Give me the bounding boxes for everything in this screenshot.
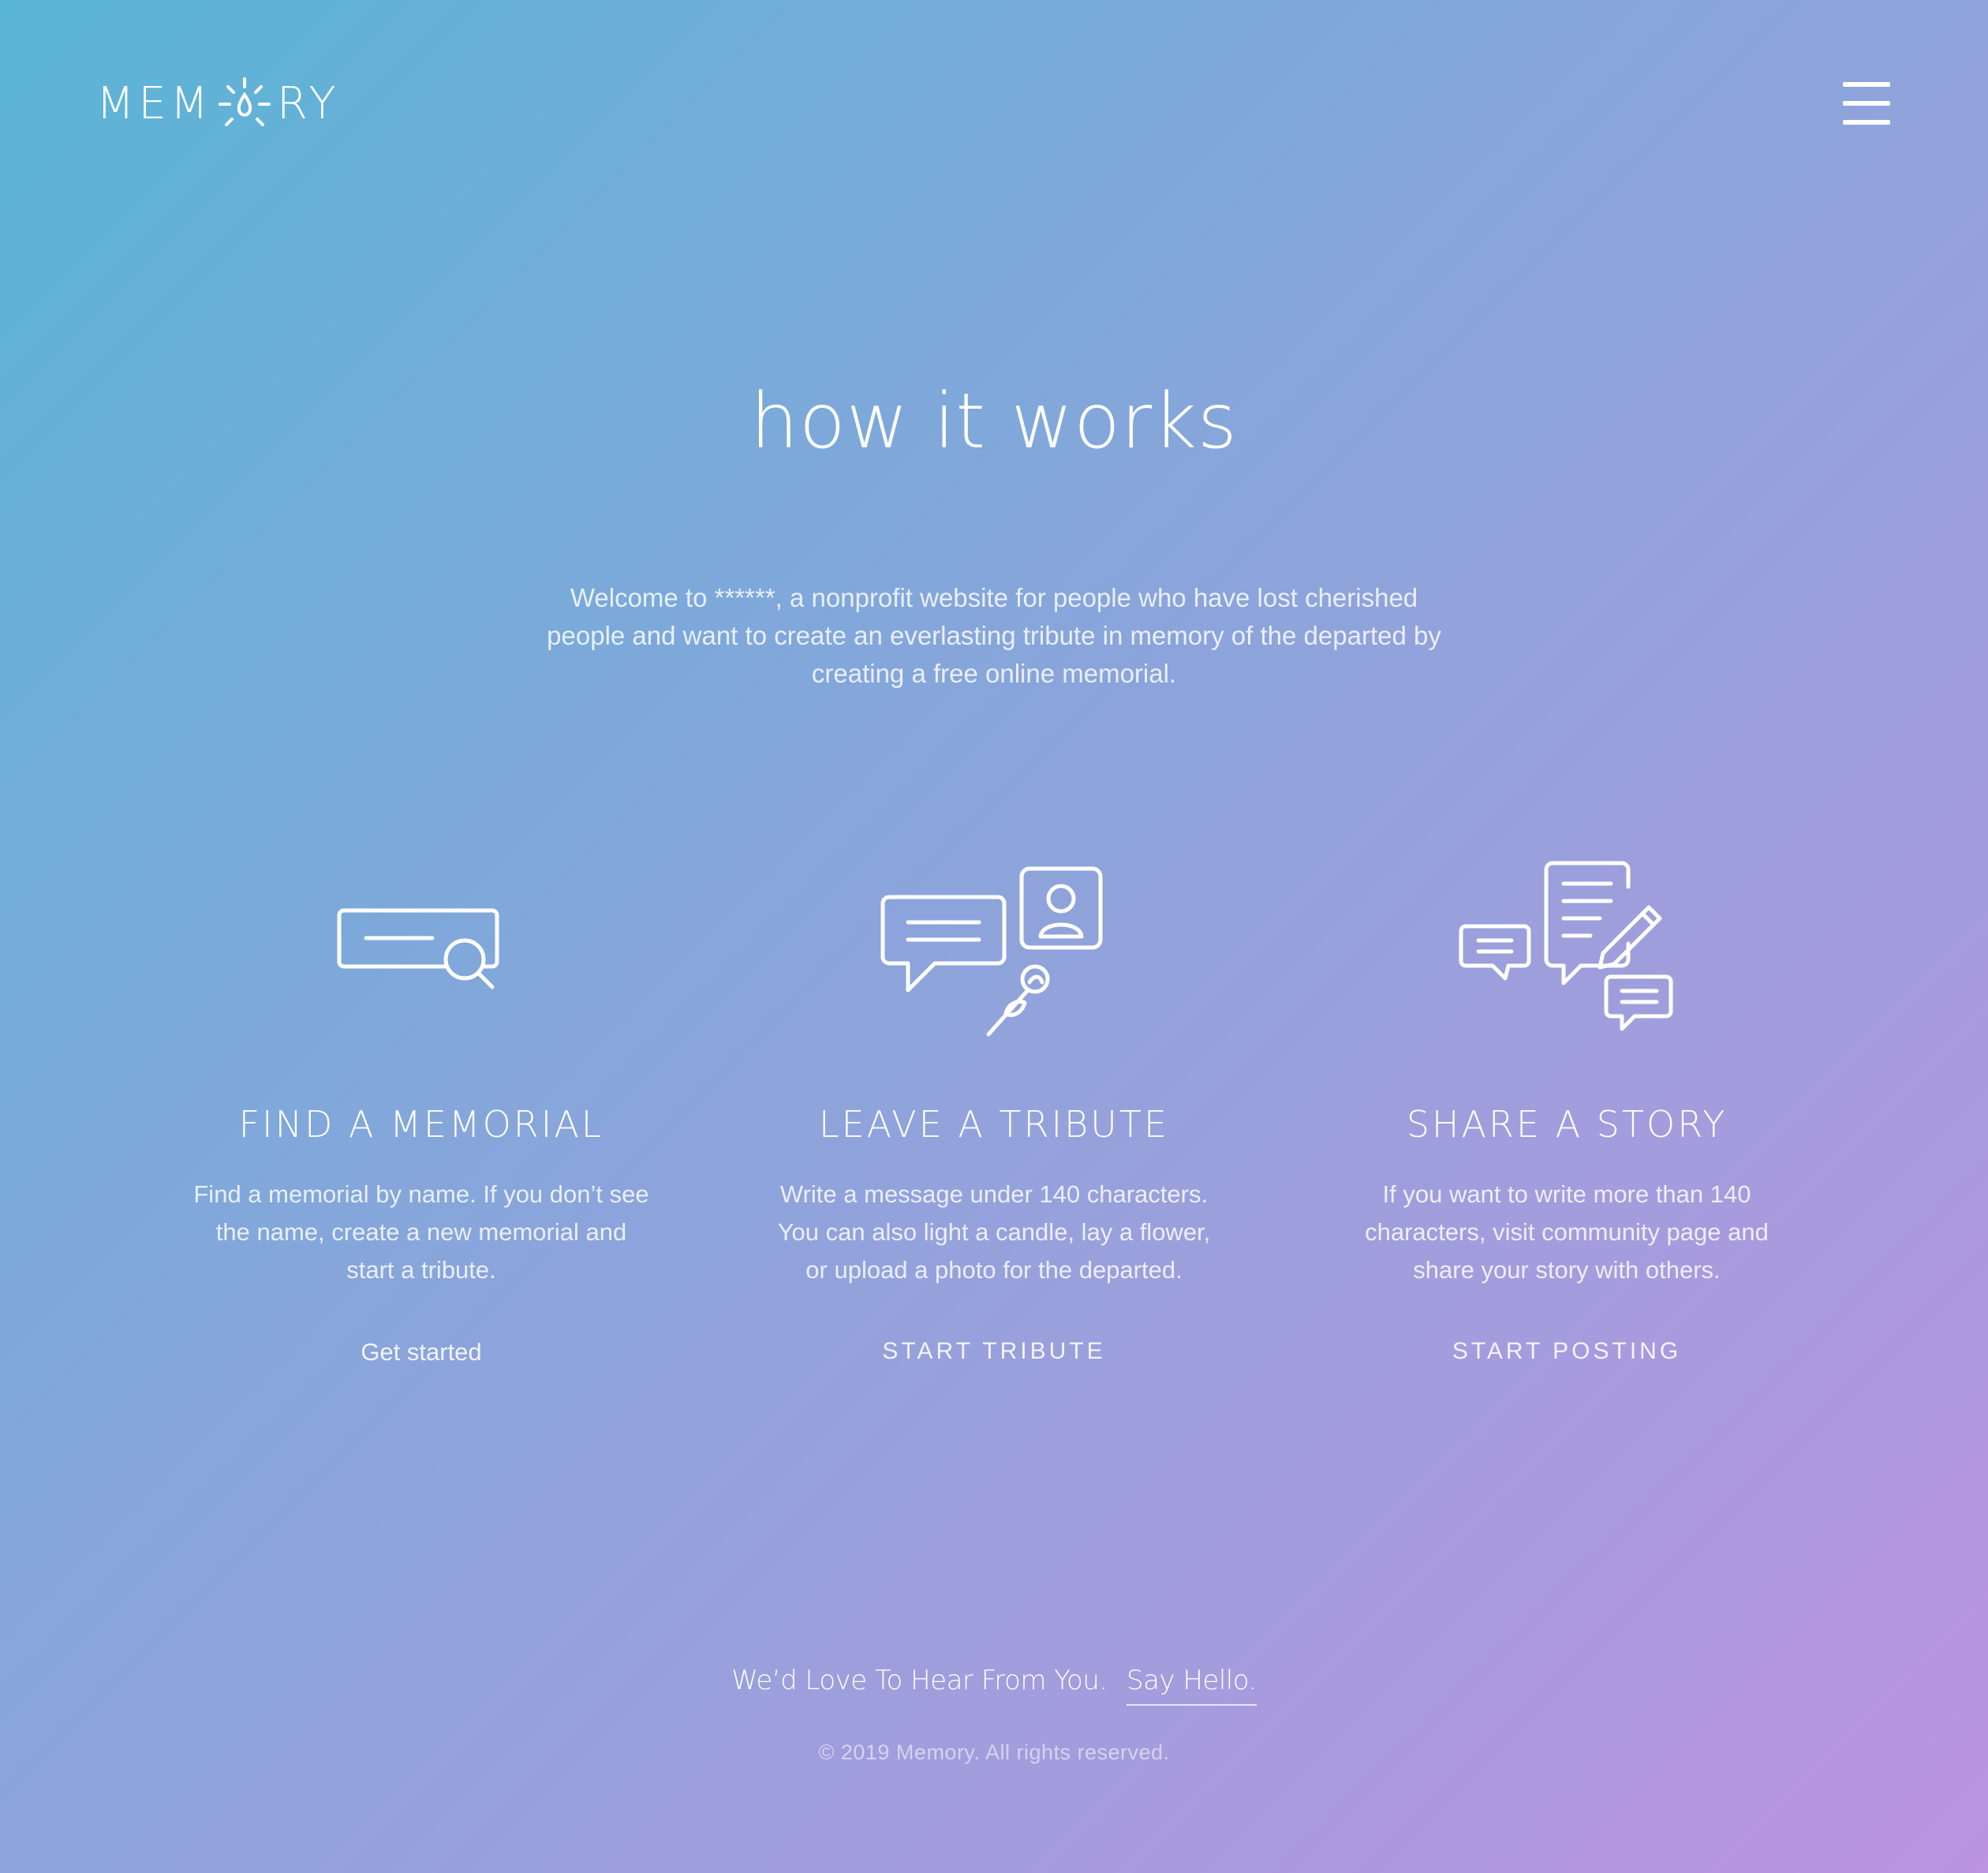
menu-button[interactable] xyxy=(1843,82,1890,125)
feature-title: FIND A MEMORIAL xyxy=(238,1103,604,1146)
features-section: FIND A MEMORIAL Find a memorial by name.… xyxy=(0,860,1988,1396)
logo-text-right: RY xyxy=(277,77,340,129)
footer-message: We’d Love To Hear From You. xyxy=(731,1665,1108,1696)
intro-text: Welcome to ******, a nonprofit website f… xyxy=(547,583,1441,688)
hamburger-icon-bar xyxy=(1843,120,1890,125)
feature-find-memorial: FIND A MEMORIAL Find a memorial by name.… xyxy=(177,860,666,1396)
get-started-link[interactable]: Get started xyxy=(177,1338,666,1366)
search-memorial-icon xyxy=(177,860,666,1041)
feature-title: SHARE A STORY xyxy=(1406,1103,1728,1146)
feature-description: Find a memorial by name. If you don’t se… xyxy=(193,1180,649,1284)
copyright-text: © 2019 Memory. All rights reserved. xyxy=(818,1740,1170,1764)
page-title: how it works xyxy=(750,377,1238,465)
feature-share-story: SHARE A STORY If you want to write more … xyxy=(1322,860,1811,1396)
lightbulb-icon xyxy=(219,77,271,126)
feature-description: If you want to write more than 140 chara… xyxy=(1365,1180,1769,1284)
start-tribute-link[interactable]: START TRIBUTE xyxy=(749,1338,1239,1365)
site-header: MEM RY xyxy=(0,0,1988,205)
hamburger-icon-bar xyxy=(1843,101,1890,106)
hamburger-icon-bar xyxy=(1843,82,1890,87)
feature-description: Write a message under 140 characters. Yo… xyxy=(777,1180,1211,1284)
feature-leave-tribute: LEAVE A TRIBUTE Write a message under 14… xyxy=(749,860,1239,1396)
feature-title: LEAVE A TRIBUTE xyxy=(818,1103,1170,1146)
share-story-icon xyxy=(1322,860,1811,1041)
start-posting-link[interactable]: START POSTING xyxy=(1322,1338,1811,1365)
logo[interactable]: MEM RY xyxy=(96,76,340,131)
tribute-message-icon xyxy=(749,860,1239,1041)
logo-text-left: MEM xyxy=(96,77,213,129)
footer-contact: We’d Love To Hear From You. Say Hello. xyxy=(0,1665,1988,1706)
say-hello-link[interactable]: Say Hello. xyxy=(1126,1665,1257,1706)
